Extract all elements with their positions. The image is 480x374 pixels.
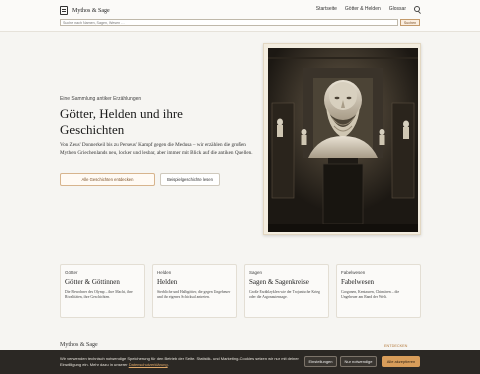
sample-story-button[interactable]: Beispielgeschichte lesen [160, 173, 220, 186]
card-kicker: Fabelwesen [341, 270, 366, 275]
section-label: Mythos & Sage [60, 342, 98, 348]
book-icon [60, 6, 68, 15]
card-text: Die Bewohner des Olymp – ihre Macht, ihr… [65, 290, 133, 300]
card-text: Gorgonen, Kentauren, Chimären – die Unge… [341, 290, 400, 300]
hero-kicker: Eine Sammlung antiker Erzählungen [60, 96, 142, 102]
nav-item-startseite[interactable]: Startseite [316, 6, 337, 12]
discover-stories-button[interactable]: Alle Geschichten entdecken [60, 173, 155, 186]
card-text: Große Erzählzyklen wie der Trojanische K… [249, 290, 320, 300]
card-kicker: Sagen [249, 270, 263, 275]
card-sagen[interactable]: Sagen Sagen & Sagenkreise Große Erzählzy… [244, 264, 329, 318]
card-helden[interactable]: Helden Helden Sterbliche und Halbgötter,… [152, 264, 237, 318]
discover-link[interactable]: ENTDECKEN [384, 344, 407, 348]
cookie-message: Wir verwenden technisch notwendige Speic… [60, 356, 299, 367]
card-fabelwesen[interactable]: Fabelwesen Fabelwesen Gorgonen, Kentaure… [336, 264, 421, 318]
search-bar: Suche n [60, 19, 420, 26]
main-nav: Startseite Götter & Helden Glossar [316, 6, 420, 12]
hero-text: Von Zeus' Donnerkeil bis zu Perseus' Kam… [60, 142, 253, 156]
card-title: Sagen & Sagenkreise [249, 278, 309, 286]
cookie-accept-button[interactable]: Alle akzeptieren [382, 356, 420, 367]
cookie-banner: Wir verwenden technisch notwendige Speic… [0, 350, 480, 374]
cookie-necessary-button[interactable]: Nur notwendige [340, 356, 377, 367]
logo-text: Mythos & Sage [72, 7, 110, 14]
search-input[interactable] [60, 19, 398, 26]
card-title: Helden [157, 278, 178, 286]
cookie-text: Wir verwenden technisch notwendige Speic… [60, 356, 310, 368]
hero-image [263, 43, 421, 235]
card-text: Sterbliche und Halbgötter, die gegen Ung… [157, 290, 231, 300]
card-kicker: Götter [65, 270, 78, 275]
privacy-policy-link[interactable]: Datenschutzerklärung [129, 362, 168, 367]
card-kicker: Helden [157, 270, 172, 275]
nav-item-glossar[interactable]: Glossar [389, 6, 406, 12]
card-title: Fabelwesen [341, 278, 375, 286]
search-button[interactable]: Suchen [400, 19, 420, 26]
card-title: Götter & Göttinnen [65, 278, 120, 286]
top-bar: Mythos & Sage Startseite Götter & Helden… [0, 0, 480, 32]
nav-item-goetter-helden[interactable]: Götter & Helden [345, 6, 381, 12]
zeus-bust-image [268, 48, 418, 232]
cookie-message-end: . [167, 362, 169, 367]
search-icon[interactable] [414, 6, 420, 12]
cookie-settings-button[interactable]: Einstellungen [304, 356, 337, 367]
hero-title: Götter, Helden und ihre Geschichten [60, 106, 183, 137]
card-goetter[interactable]: Götter Götter & Göttinnen Die Bewohner d… [60, 264, 145, 318]
logo[interactable]: Mythos & Sage [60, 6, 110, 15]
